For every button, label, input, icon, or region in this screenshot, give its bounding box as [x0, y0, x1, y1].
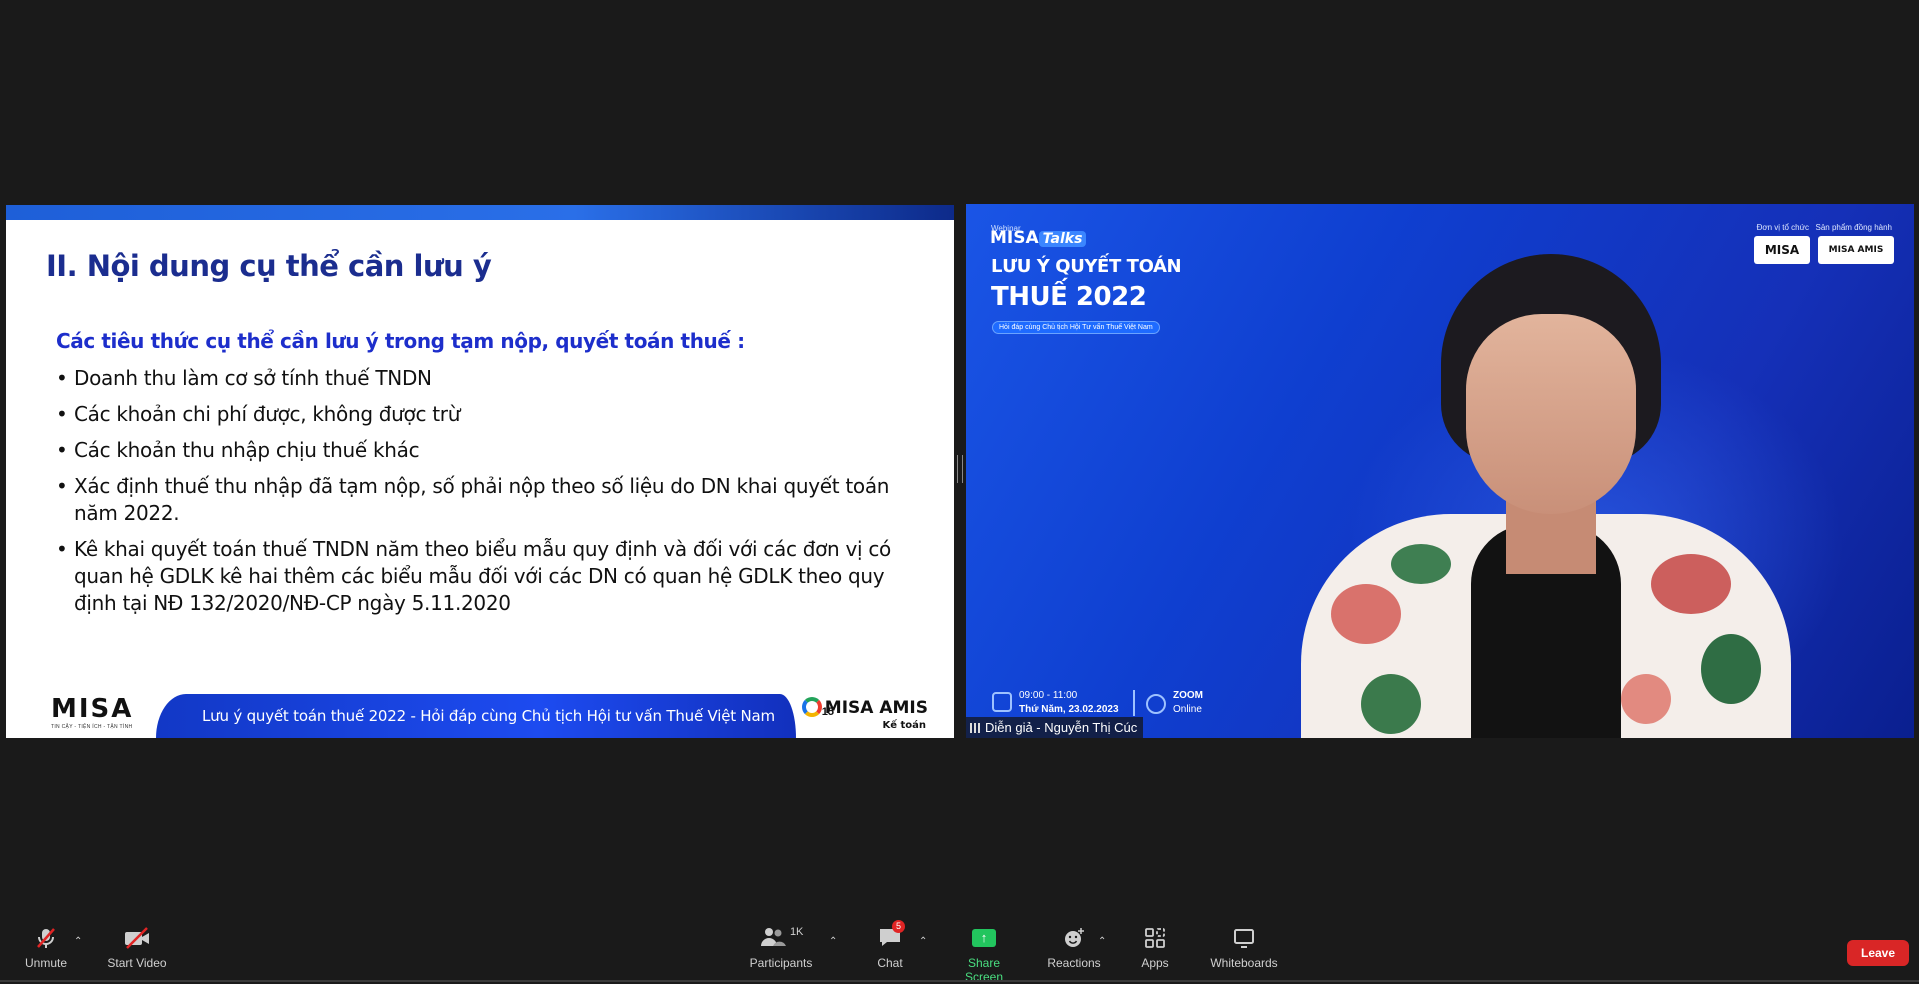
whiteboard-icon	[1234, 929, 1254, 948]
slide-footer: MISA TIN CẬY - TIỆN ÍCH - TẬN TÌNH Lưu ý…	[6, 688, 954, 738]
unmute-label: Unmute	[24, 956, 68, 970]
slide-top-bar	[6, 205, 954, 220]
slide-bullet: Kê khai quyết toán thuế TNDN năm theo bi…	[56, 536, 926, 617]
speaker-video-tile[interactable]: Webinar MISA Talks LƯU Ý QUYẾT TOÁN THUẾ …	[966, 204, 1914, 738]
banner-title-line2: THUẾ 2022	[991, 282, 1147, 312]
banner-title-line1: LƯU Ý QUYẾT TOÁN	[991, 256, 1182, 277]
start-video-label: Start Video	[107, 956, 167, 970]
reactions-button[interactable]: Reactions	[1046, 926, 1102, 970]
reactions-smiley-icon	[1065, 928, 1084, 947]
apps-button[interactable]: Apps	[1139, 926, 1171, 970]
amis-logo-sub: Kế toán	[882, 720, 926, 731]
whiteboards-button[interactable]: Whiteboards	[1207, 926, 1281, 970]
split-view-handle[interactable]	[957, 455, 963, 483]
calendar-icon	[992, 692, 1012, 712]
share-screen-icon: ↑	[972, 929, 996, 947]
reactions-caret-icon[interactable]: ⌃	[1098, 936, 1106, 947]
misa-logo: MISA	[51, 694, 134, 724]
start-video-button[interactable]: Start Video	[105, 926, 169, 970]
slide-bullet: Xác định thuế thu nhập đã tạm nộp, số ph…	[56, 473, 926, 527]
event-platform-sub: Online	[1173, 704, 1202, 715]
product-logo: MISA AMIS	[1818, 236, 1894, 264]
video-off-icon	[125, 927, 149, 949]
misa-tagline: TIN CẬY - TIỆN ÍCH - TẬN TÌNH	[51, 724, 133, 730]
apps-grid-icon	[1145, 928, 1165, 948]
event-date: Thứ Năm, 23.02.2023	[1019, 704, 1119, 715]
organizer-label: Đơn vị tổ chức	[1756, 223, 1809, 232]
misatalks-logo: MISA Talks	[990, 228, 1087, 248]
banner-pill: Hỏi đáp cùng Chủ tịch Hội Tư vấn Thuế Vi…	[992, 321, 1160, 334]
event-time: 09:00 - 11:00	[1019, 690, 1078, 701]
meeting-stage: II. Nội dung cụ thể cần lưu ý Các tiêu t…	[0, 0, 1919, 910]
speaker-figure	[1271, 254, 1811, 738]
slide-subtitle: Các tiêu thức cụ thể cần lưu ý trong tạm…	[56, 329, 745, 353]
microphone-muted-icon	[37, 928, 55, 948]
participant-name-tag: Diễn giả - Nguyễn Thị Cúc	[966, 717, 1144, 738]
event-platform: ZOOM	[1173, 690, 1203, 701]
amis-logo-text: MISA AMIS	[824, 698, 928, 718]
slide-title: II. Nội dung cụ thể cần lưu ý	[46, 249, 492, 283]
reactions-label: Reactions	[1047, 956, 1101, 970]
amis-ring-icon	[801, 697, 822, 717]
slide-bullet: Doanh thu làm cơ sở tính thuế TNDN	[56, 365, 926, 392]
participants-count: 1K	[789, 926, 804, 938]
footer-text: Lưu ý quyết toán thuế 2022 - Hỏi đáp cùn…	[202, 707, 775, 725]
product-label: Sản phẩm đồng hành	[1815, 223, 1892, 232]
misa-amis-logo: MISA AMIS	[801, 697, 928, 718]
whiteboards-label: Whiteboards	[1210, 956, 1278, 970]
chat-button[interactable]: 5 Chat	[874, 920, 906, 970]
share-screen-button[interactable]: ↑ Share Screen	[948, 926, 1020, 984]
slide-bullet: Các khoản chi phí được, không được trừ	[56, 401, 926, 428]
shared-slide: II. Nội dung cụ thể cần lưu ý Các tiêu t…	[6, 205, 954, 738]
participants-button[interactable]: 1K Participants	[748, 926, 814, 970]
video-camera-icon	[1146, 694, 1166, 714]
leave-button[interactable]: Leave	[1847, 940, 1909, 966]
slide-bullet-list: Doanh thu làm cơ sở tính thuế TNDN Các k…	[56, 365, 926, 626]
slide-bullet: Các khoản thu nhập chịu thuế khác	[56, 437, 926, 464]
participants-caret-icon[interactable]: ⌃	[829, 936, 837, 947]
participants-label: Participants	[749, 956, 813, 970]
chat-unread-badge: 5	[892, 920, 906, 933]
signal-strength-icon	[970, 723, 982, 733]
audio-options-caret-icon[interactable]: ⌃	[74, 936, 82, 947]
chat-label: Chat	[877, 956, 903, 970]
chat-caret-icon[interactable]: ⌃	[919, 936, 927, 947]
participants-icon: 1K	[751, 926, 811, 950]
meeting-toolbar: Unmute ⌃ Start Video 1K Participants ⌃ 5…	[0, 912, 1919, 984]
apps-label: Apps	[1141, 956, 1169, 970]
unmute-button[interactable]: Unmute	[22, 926, 70, 970]
